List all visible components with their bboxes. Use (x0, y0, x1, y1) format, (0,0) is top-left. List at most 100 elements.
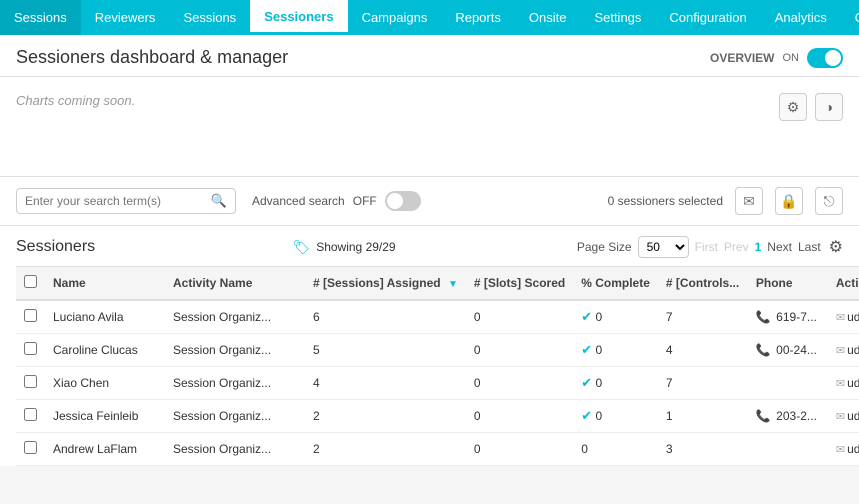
nav-sessioners[interactable]: Sessioners (250, 0, 347, 35)
row-controls-2: 7 (658, 367, 748, 400)
export-action-icon[interactable]: ⎋ (815, 187, 843, 215)
row-actions-2: ✉ude... (828, 367, 859, 400)
row-name-4: Andrew LaFlam (45, 433, 165, 466)
row-checkbox-cell-3[interactable] (16, 400, 45, 433)
th-name[interactable]: Name (45, 267, 165, 301)
showing-text: Showing 29/29 (316, 240, 395, 254)
charts-icons: ⚙ ◑ (779, 93, 843, 121)
table-header: Name Activity Name # [Sessions] Assigned… (16, 267, 859, 301)
page-size-select[interactable]: 10 25 50 100 (638, 236, 689, 258)
check-icon: ✔ (581, 342, 592, 357)
row-checkbox-cell-4[interactable] (16, 433, 45, 466)
nav-onsite[interactable]: Onsite (515, 0, 581, 35)
row-activity-4: Session Organiz... (165, 433, 305, 466)
current-page: 1 (755, 240, 762, 254)
charts-placeholder: Charts coming soon. (16, 93, 135, 108)
email-icon-3: ✉ (836, 411, 845, 423)
nav-reviewers[interactable]: Reviewers (81, 0, 170, 35)
selected-count-text: 0 sessioners selected (608, 194, 723, 208)
search-bar: 🔍 Advanced search OFF 0 sessioners selec… (0, 177, 859, 226)
nav-campaigns[interactable]: Campaigns (348, 0, 442, 35)
advanced-search-toggle[interactable] (385, 191, 421, 211)
row-actions-0: ✉ude... (828, 300, 859, 334)
nav-analytics[interactable]: Analytics (761, 0, 841, 35)
email-icon-4: ✉ (836, 444, 845, 456)
last-page-btn[interactable]: Last (798, 240, 821, 254)
phone-icon: 📞 (756, 310, 771, 324)
page-controls: Page Size 10 25 50 100 First Prev 1 Next… (577, 236, 821, 258)
nav-configuration[interactable]: Configuration (655, 0, 760, 35)
row-actions-4: ✉ude... (828, 433, 859, 466)
nav-reports[interactable]: Reports (441, 0, 515, 35)
row-complete-2: ✔ 0 (573, 367, 658, 400)
row-name-1: Caroline Clucas (45, 334, 165, 367)
row-name-0: Luciano Avila (45, 300, 165, 334)
bookmark-icon: 🏷 (292, 239, 310, 256)
first-page-btn[interactable]: First (695, 240, 718, 254)
email-icon-0: ✉ (836, 312, 845, 324)
row-activity-0: Session Organiz... (165, 300, 305, 334)
table-header-row: Sessioners 🏷 Showing 29/29 Page Size 10 … (16, 236, 843, 258)
row-checkbox-1[interactable] (24, 342, 37, 355)
sort-arrow-sessions: ▼ (448, 279, 458, 290)
data-table: Name Activity Name # [Sessions] Assigned… (16, 266, 859, 466)
table-row: Jessica Feinleib Session Organiz... 2 0 … (16, 400, 859, 433)
row-controls-1: 4 (658, 334, 748, 367)
row-checkbox-cell-0[interactable] (16, 300, 45, 334)
advanced-search-label: Advanced search (252, 194, 345, 208)
check-icon: ✔ (581, 375, 592, 390)
row-controls-0: 7 (658, 300, 748, 334)
phone-icon: 📞 (756, 409, 771, 423)
showing-info: 🏷 Showing 29/29 (111, 239, 577, 256)
row-slots-0: 0 (466, 300, 573, 334)
email-icon-2: ✉ (836, 378, 845, 390)
row-slots-4: 0 (466, 433, 573, 466)
settings-icon-btn[interactable]: ⚙ (779, 93, 807, 121)
nav-sessions2[interactable]: Sessions (169, 0, 250, 35)
chart-toggle-icon-btn[interactable]: ◑ (815, 93, 843, 121)
next-page-btn[interactable]: Next (767, 240, 792, 254)
overview-toggle-switch[interactable] (807, 48, 843, 68)
prev-page-btn[interactable]: Prev (724, 240, 749, 254)
check-icon: ✔ (581, 408, 592, 423)
th-controls[interactable]: # [Controls... (658, 267, 748, 301)
search-input[interactable] (25, 194, 211, 208)
table-row: Caroline Clucas Session Organiz... 5 0 ✔… (16, 334, 859, 367)
row-complete-0: ✔ 0 (573, 300, 658, 334)
row-controls-3: 1 (658, 400, 748, 433)
nav-sessions[interactable]: Sessions (0, 0, 81, 35)
advanced-search-area: Advanced search OFF (252, 191, 421, 211)
row-activity-2: Session Organiz... (165, 367, 305, 400)
row-phone-1: 📞 00-24... (748, 334, 828, 367)
row-checkbox-0[interactable] (24, 309, 37, 322)
row-checkbox-3[interactable] (24, 408, 37, 421)
select-all-checkbox[interactable] (24, 275, 37, 288)
th-actions[interactable]: Actions (828, 267, 859, 301)
row-slots-1: 0 (466, 334, 573, 367)
row-checkbox-4[interactable] (24, 441, 37, 454)
charts-area: Charts coming soon. ⚙ ◑ (0, 77, 859, 177)
search-icon[interactable]: 🔍 (211, 193, 227, 209)
th-slots[interactable]: # [Slots] Scored (466, 267, 573, 301)
email-action-icon[interactable]: ✉ (735, 187, 763, 215)
toggle-on-label: ON (783, 52, 800, 64)
th-activity[interactable]: Activity Name (165, 267, 305, 301)
row-checkbox-2[interactable] (24, 375, 37, 388)
row-checkbox-cell-2[interactable] (16, 367, 45, 400)
table-settings-icon[interactable]: ⚙ (829, 237, 843, 257)
th-sessions[interactable]: # [Sessions] Assigned ▼ (305, 267, 466, 301)
th-complete[interactable]: % Complete (573, 267, 658, 301)
nav-operation[interactable]: Operation (841, 0, 859, 35)
nav-settings[interactable]: Settings (580, 0, 655, 35)
lock-action-icon[interactable]: 🔒 (775, 187, 803, 215)
row-complete-3: ✔ 0 (573, 400, 658, 433)
row-complete-1: ✔ 0 (573, 334, 658, 367)
row-checkbox-cell-1[interactable] (16, 334, 45, 367)
row-sessions-0: 6 (305, 300, 466, 334)
page-header: Sessioners dashboard & manager OVERVIEW … (0, 35, 859, 77)
row-phone-0: 📞 619-7... (748, 300, 828, 334)
row-complete-4: 0 (573, 433, 658, 466)
row-phone-4 (748, 433, 828, 466)
th-select-all[interactable] (16, 267, 45, 301)
th-phone[interactable]: Phone (748, 267, 828, 301)
